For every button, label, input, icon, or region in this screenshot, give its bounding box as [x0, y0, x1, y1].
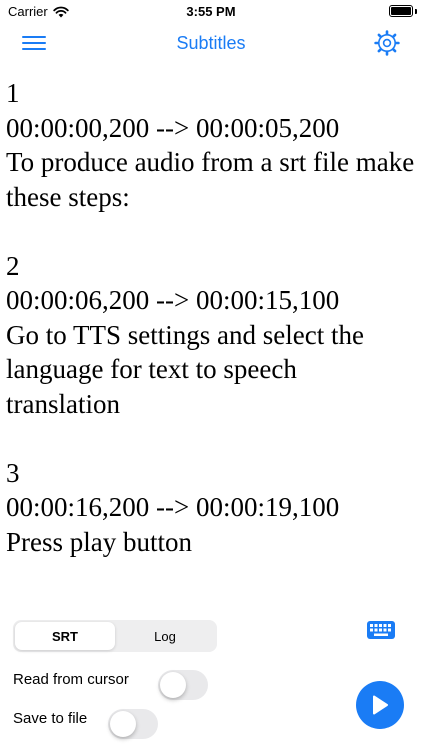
battery-tip: [415, 9, 417, 14]
segment-log[interactable]: Log: [115, 622, 215, 650]
read-from-cursor-toggle[interactable]: [158, 670, 208, 700]
navigation-bar: Subtitles: [0, 24, 422, 64]
play-icon: [373, 695, 388, 715]
page-title: Subtitles: [176, 33, 246, 53]
keyboard-icon[interactable]: [367, 621, 395, 639]
battery-icon: [389, 5, 413, 17]
read-from-cursor-label: Read from cursor: [13, 671, 129, 688]
gear-icon[interactable]: [374, 30, 400, 56]
save-to-file-toggle[interactable]: [108, 709, 158, 739]
toggle-knob: [160, 672, 186, 698]
status-bar: Carrier 3:55 PM: [0, 0, 422, 24]
subtitle-text-editor[interactable]: 1 00:00:00,200 --> 00:00:05,200 To produ…: [6, 76, 416, 596]
toggle-knob: [110, 711, 136, 737]
segment-srt[interactable]: SRT: [15, 622, 115, 650]
play-button[interactable]: [356, 681, 404, 729]
status-time: 3:55 PM: [186, 4, 236, 19]
srt-log-segmented-control: SRT Log: [13, 620, 217, 652]
save-to-file-label: Save to file: [13, 710, 88, 727]
